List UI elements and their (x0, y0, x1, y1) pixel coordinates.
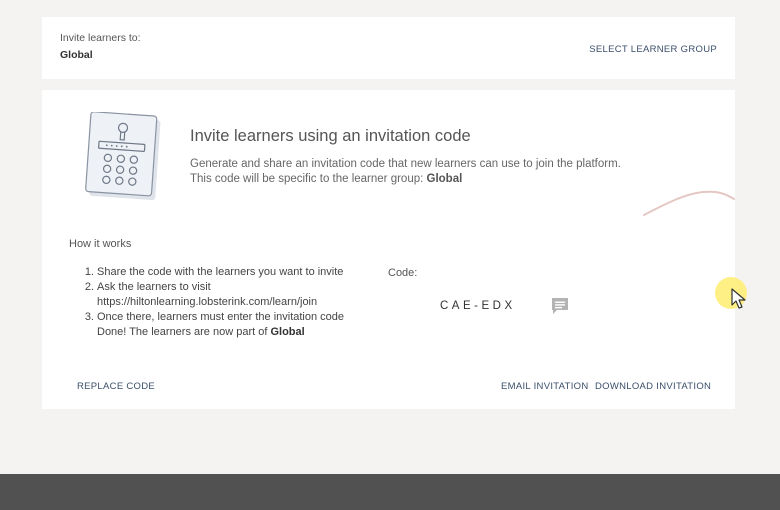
invitation-code: CAE-EDX (440, 300, 516, 312)
mouse-pointer-icon (731, 288, 746, 309)
how-it-works-steps: 1. Share the code with the learners you … (69, 265, 379, 340)
description-line-2: This code will be specific to the learne… (190, 172, 670, 187)
keypad-lock-icon (85, 112, 161, 201)
step-number: 1. (84, 266, 94, 278)
description-line-1: Generate and share an invitation code th… (190, 158, 621, 170)
invite-to-label: Invite learners to: (60, 32, 141, 44)
learner-group-card: Invite learners to: Global SELECT LEARNE… (42, 17, 735, 79)
page-title: Invite learners using an invitation code (190, 127, 471, 145)
done-text: Done! The learners are now part of Globa… (69, 325, 379, 340)
replace-code-button[interactable]: REPLACE CODE (77, 381, 155, 392)
invitation-description: Generate and share an invitation code th… (190, 157, 670, 187)
list-item: 3. Once there, learners must enter the i… (69, 310, 379, 325)
step-number: 2. (84, 281, 94, 293)
email-invitation-button[interactable]: EMAIL INVITATION (501, 381, 589, 392)
list-item: 1. Share the code with the learners you … (69, 265, 379, 280)
description-prefix: This code will be specific to the learne… (190, 173, 427, 185)
step-text: Once there, learners must enter the invi… (97, 311, 345, 323)
decorative-squiggle (643, 190, 735, 216)
description-group: Global (426, 173, 463, 185)
invitation-code-card: Invite learners using an invitation code… (42, 90, 735, 409)
select-learner-group-button[interactable]: SELECT LEARNER GROUP (589, 44, 717, 55)
copy-chat-icon[interactable] (550, 296, 570, 316)
done-group: Global (270, 326, 305, 338)
list-item: 2. Ask the learners to visit (69, 280, 379, 295)
bottom-bar (0, 474, 780, 510)
step-text: Share the code with the learners you wan… (97, 266, 344, 278)
learner-group-value: Global (60, 49, 93, 61)
done-prefix: Done! The learners are now part of (97, 326, 271, 338)
join-url: https://hiltonlearning.lobsterink.com/le… (97, 296, 318, 308)
how-it-works-title: How it works (69, 238, 132, 250)
step-number: 3. (84, 311, 94, 323)
download-invitation-button[interactable]: DOWNLOAD INVITATION (595, 381, 711, 392)
code-label: Code: (388, 267, 418, 279)
step-text: Ask the learners to visit (97, 281, 211, 293)
